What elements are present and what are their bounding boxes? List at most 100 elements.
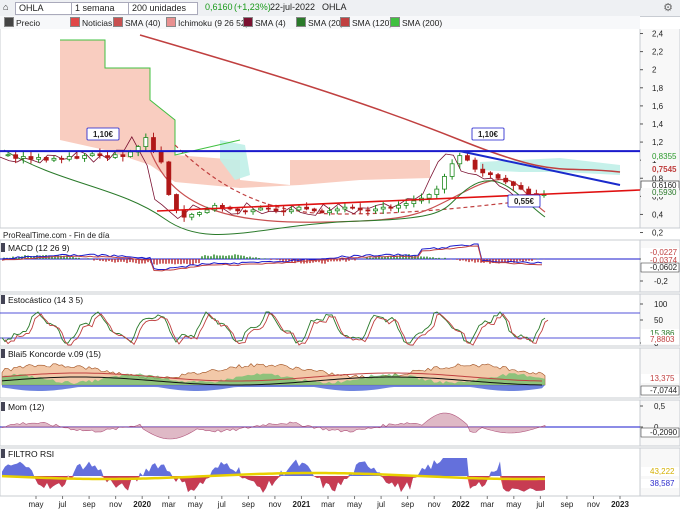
y-tick-label: 0,5 bbox=[654, 402, 666, 411]
legend-swatch bbox=[340, 17, 350, 27]
gear-icon[interactable]: ⚙ bbox=[662, 2, 674, 14]
candle-body bbox=[526, 188, 532, 195]
price-label: 38,587 bbox=[650, 479, 675, 488]
candle-body bbox=[304, 206, 310, 210]
y-tick-label: 1,8 bbox=[652, 84, 664, 93]
period-select[interactable]: 1 semana bbox=[71, 2, 129, 15]
x-tick-label: 2021 bbox=[293, 500, 311, 509]
candle-body bbox=[288, 209, 294, 213]
y-tick-label: 0,2 bbox=[652, 229, 664, 238]
candle-body bbox=[472, 159, 478, 170]
legend-swatch bbox=[4, 17, 14, 27]
legend-label: Precio bbox=[16, 18, 41, 28]
x-tick-label: mar bbox=[162, 500, 176, 509]
candle-body bbox=[411, 200, 417, 204]
candle-body bbox=[465, 155, 470, 161]
candle-body bbox=[235, 208, 241, 212]
candle-body bbox=[189, 214, 195, 218]
legend-item[interactable]: Precio bbox=[4, 17, 40, 28]
candle-body bbox=[457, 155, 463, 165]
candle-body bbox=[250, 209, 256, 213]
x-tick-label: jul bbox=[58, 500, 67, 509]
legend-item[interactable]: SMA (4) bbox=[243, 17, 286, 28]
candle-body bbox=[258, 207, 264, 211]
y-tick-label: 1,6 bbox=[652, 102, 664, 111]
panel-title-marker bbox=[1, 243, 5, 252]
candle-body bbox=[43, 157, 49, 161]
candle-body bbox=[242, 210, 248, 213]
candle-body bbox=[296, 206, 302, 211]
panel-title-marker bbox=[1, 349, 5, 358]
candle-body bbox=[82, 155, 87, 159]
candle-body bbox=[503, 177, 509, 183]
price-label: 43,222 bbox=[650, 467, 675, 476]
units-select[interactable]: 200 unidades bbox=[128, 2, 198, 15]
x-tick-label: jul bbox=[535, 500, 544, 509]
legend-item[interactable]: Ichimoku (9 26 52) bbox=[166, 17, 248, 28]
y-tick-label: 2,4 bbox=[652, 30, 664, 39]
candle-body bbox=[59, 157, 64, 160]
legend-label: SMA (40) bbox=[125, 18, 161, 28]
panel-title-marker bbox=[1, 295, 5, 304]
price-annotation: 1,10€ bbox=[478, 130, 499, 139]
x-tick-label: jul bbox=[376, 500, 385, 509]
candle-body bbox=[74, 156, 80, 159]
legend-swatch bbox=[243, 17, 253, 27]
home-icon[interactable]: ⌂ bbox=[3, 2, 8, 13]
candle-body bbox=[13, 154, 19, 159]
price-label: 0,7545 bbox=[652, 165, 677, 174]
y-tick-label: -0,2 bbox=[654, 277, 668, 286]
candle-body bbox=[403, 203, 409, 206]
last-price: 0,6160 bbox=[205, 2, 233, 12]
legend-label: Noticias bbox=[82, 18, 113, 28]
price-label: 0,5930 bbox=[652, 188, 677, 197]
legend-item[interactable]: SMA (200) bbox=[390, 17, 442, 28]
legend-swatch bbox=[166, 17, 176, 27]
price-annotation: 1,10€ bbox=[93, 130, 114, 139]
x-tick-label: nov bbox=[428, 500, 441, 509]
candle-body bbox=[204, 209, 210, 214]
y-tick-label: 50 bbox=[654, 316, 663, 325]
candle-body bbox=[487, 172, 493, 176]
price-label: -0,0602 bbox=[650, 263, 678, 272]
candle-body bbox=[380, 206, 386, 210]
price-label: 7,8803 bbox=[650, 335, 675, 344]
instrument-name: OHLA bbox=[322, 2, 347, 12]
x-tick-label: may bbox=[28, 500, 43, 509]
panel-title: Estocástico (14 3 5) bbox=[8, 295, 83, 305]
candle-body bbox=[20, 156, 26, 159]
y-tick-label: 0,4 bbox=[652, 210, 664, 219]
chart-area: 2,42,221,81,61,41,210,80,60,40,2mayjulse… bbox=[0, 29, 680, 509]
x-tick-label: may bbox=[506, 500, 521, 509]
candle-body bbox=[319, 210, 325, 214]
legend-swatch bbox=[113, 17, 123, 27]
candle-body bbox=[181, 209, 187, 218]
x-tick-label: 2020 bbox=[133, 500, 151, 509]
panel-frame bbox=[0, 399, 641, 447]
candle-body bbox=[442, 176, 447, 190]
panel-frame bbox=[0, 239, 641, 293]
ticker-input[interactable]: OHLA bbox=[15, 2, 73, 15]
y-tick-label: 2,2 bbox=[652, 48, 664, 57]
panel-title: MACD (12 26 9) bbox=[8, 243, 70, 253]
candle-body bbox=[281, 210, 287, 213]
candle-body bbox=[373, 208, 378, 212]
x-tick-label: may bbox=[347, 500, 362, 509]
candle-body bbox=[342, 206, 348, 210]
candle-body bbox=[273, 208, 279, 212]
candle-body bbox=[120, 154, 126, 157]
x-tick-label: nov bbox=[587, 500, 600, 509]
legend-item[interactable]: Noticias bbox=[70, 17, 112, 28]
candle-body bbox=[510, 181, 516, 186]
price-change: (+1,23%) bbox=[234, 2, 271, 12]
legend-item[interactable]: SMA (20) bbox=[296, 17, 343, 28]
panel-title-marker bbox=[1, 449, 5, 458]
x-tick-label: mar bbox=[321, 500, 335, 509]
x-tick-label: sep bbox=[560, 500, 573, 509]
price-label: 13,375 bbox=[650, 374, 675, 383]
x-tick-label: sep bbox=[83, 500, 96, 509]
legend-item[interactable]: SMA (40) bbox=[113, 17, 160, 28]
legend-item[interactable]: SMA (120) bbox=[340, 17, 392, 28]
x-tick-label: nov bbox=[109, 500, 122, 509]
y-tick-label: 2 bbox=[652, 66, 657, 75]
